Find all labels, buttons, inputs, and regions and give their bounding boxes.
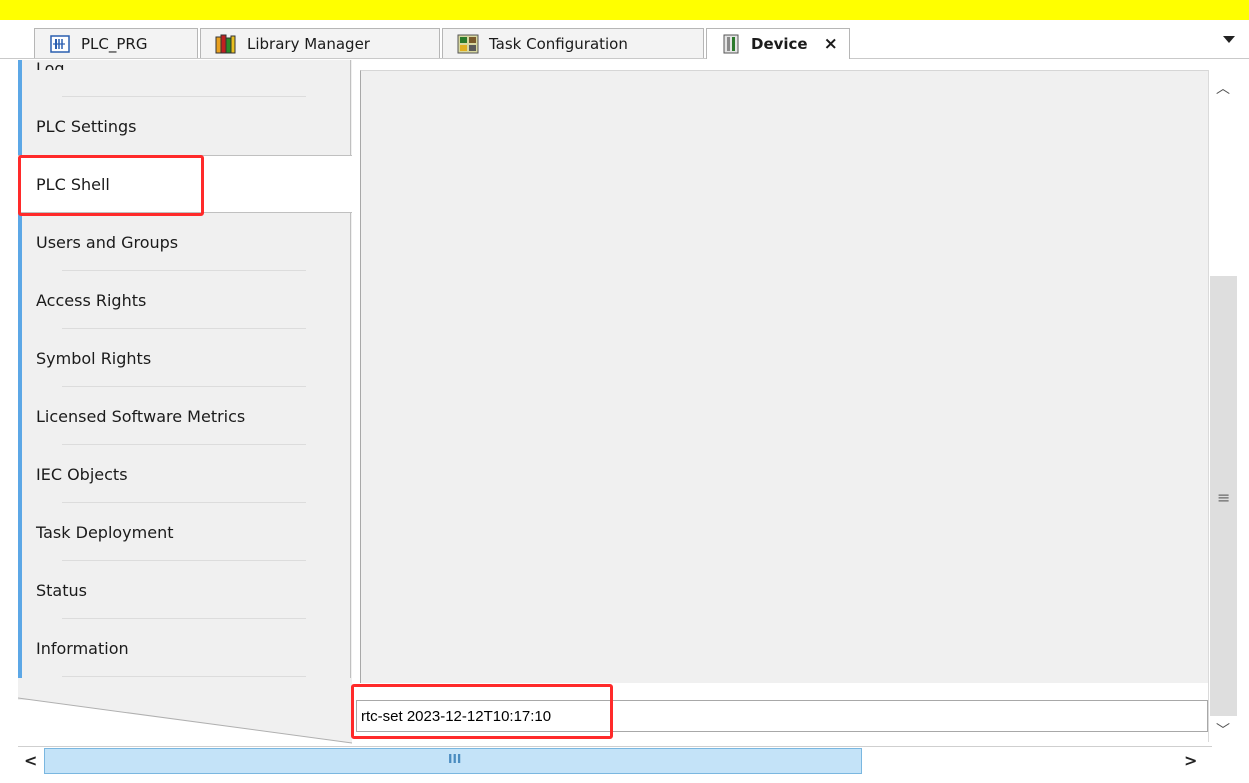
sidebar-item-plc-settings[interactable]: PLC Settings	[22, 97, 352, 155]
plc-shell-highlight-box	[18, 155, 204, 216]
vertical-scrollbar[interactable]: ︿ ≡ ﹀	[1208, 70, 1238, 742]
library-books-icon	[215, 34, 237, 54]
horizontal-scrollbar[interactable]: < III >	[18, 746, 1212, 777]
sidebar-item-licensed-software-metrics[interactable]: Licensed Software Metrics	[22, 387, 352, 445]
device-icon	[721, 34, 741, 54]
sidebar-item-label: Licensed Software Metrics	[36, 406, 246, 426]
sidebar-item-label: Status	[36, 580, 87, 600]
sidebar-item-label: PLC Settings	[36, 116, 137, 136]
tab-label: Device	[751, 35, 808, 53]
scroll-down-icon[interactable]: ﹀	[1216, 720, 1230, 740]
top-highlight-bar	[0, 0, 1249, 20]
plc-program-icon	[49, 34, 71, 54]
sidebar-item-label: Symbol Rights	[36, 348, 152, 368]
sidebar-separator	[22, 70, 352, 97]
sidebar-item-label: Users and Groups	[36, 232, 179, 252]
sidebar-item-label: Task Deployment	[36, 522, 174, 542]
sidebar-item-status[interactable]: Status	[22, 561, 352, 619]
tab-label: Library Manager	[247, 34, 370, 53]
shell-output-area	[360, 70, 1209, 683]
sidebar-item-label: Log	[36, 59, 65, 70]
sidebar-item-information[interactable]: Information	[22, 619, 352, 677]
tab-label: Task Configuration	[489, 34, 628, 53]
scroll-grip-icon: ≡	[1217, 488, 1231, 507]
task-configuration-icon	[457, 34, 479, 54]
sidebar-item-label: IEC Objects	[36, 464, 128, 484]
scroll-up-icon[interactable]: ︿	[1216, 78, 1230, 98]
scroll-left-icon[interactable]: <	[24, 751, 37, 770]
sidebar-item-users-and-groups[interactable]: Users and Groups	[22, 213, 352, 271]
sidebar-item-label: Information	[36, 638, 129, 658]
sidebar-item-iec-objects[interactable]: IEC Objects	[22, 445, 352, 503]
tab-list-dropdown-icon[interactable]	[1223, 36, 1235, 43]
sidebar-bottom-panel	[18, 678, 353, 744]
sidebar-item-task-deployment[interactable]: Task Deployment	[22, 503, 352, 561]
tab-label: PLC_PRG	[81, 34, 148, 53]
sidebar-item-log[interactable]: Log	[22, 52, 352, 70]
tab-device[interactable]: Device ×	[706, 28, 850, 59]
sidebar-item-label: Access Rights	[36, 290, 147, 310]
sidebar-item-access-rights[interactable]: Access Rights	[22, 271, 352, 329]
command-highlight-box	[351, 684, 613, 739]
close-tab-icon[interactable]: ×	[824, 34, 838, 54]
scroll-right-icon[interactable]: >	[1184, 751, 1197, 770]
scroll-grip-icon: III	[448, 752, 462, 766]
tab-task-configuration[interactable]: Task Configuration	[442, 28, 704, 58]
sidebar-item-symbol-rights[interactable]: Symbol Rights	[22, 329, 352, 387]
